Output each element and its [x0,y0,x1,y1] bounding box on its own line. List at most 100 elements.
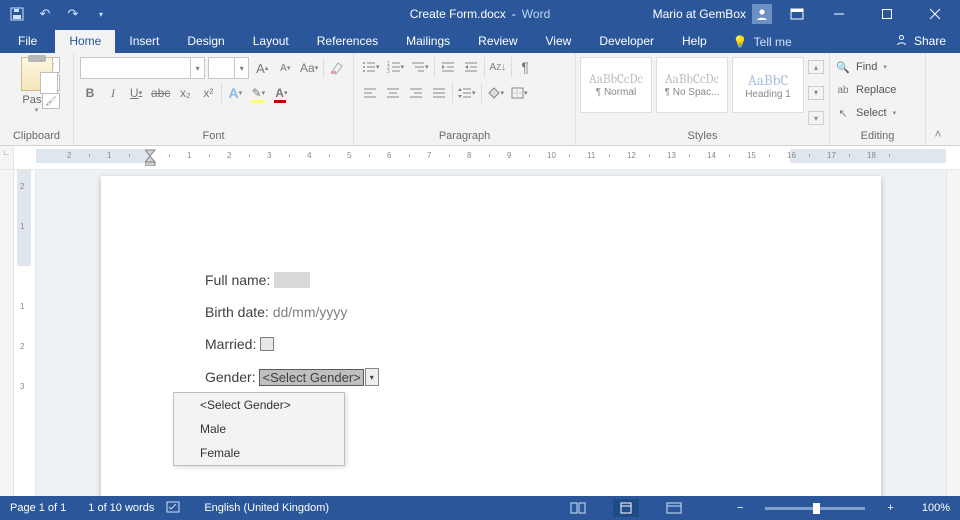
tab-home[interactable]: Home [55,30,115,53]
replace-button[interactable]: abReplace [836,80,923,100]
close-button[interactable] [912,0,958,28]
chevron-down-icon: ▾ [234,58,248,78]
horizontal-ruler[interactable]: 21123456789101112131415161718 [36,146,946,169]
document-name: Create Form.docx [410,7,506,21]
label-gender: Gender: [205,369,256,385]
justify-button[interactable] [429,83,449,103]
gender-dropdown-button[interactable]: ▾ [365,368,379,386]
show-hide-button[interactable]: ¶ [515,57,535,77]
replace-icon: ab [836,83,850,97]
maximize-button[interactable] [864,0,910,28]
tab-insert[interactable]: Insert [115,30,173,53]
style-normal[interactable]: AaBbCcDc¶ Normal [580,57,652,113]
gender-dropdown-menu: <Select Gender> Male Female [173,392,345,466]
ribbon-display-options-icon[interactable] [780,0,814,28]
zoom-in-button[interactable]: + [887,502,893,514]
birthdate-control[interactable]: dd/mm/yyyy [273,304,348,320]
label-birthdate: Birth date: [205,304,269,320]
shrink-font-button[interactable]: A▾ [275,58,295,78]
tab-design[interactable]: Design [173,30,238,53]
gender-option-female[interactable]: Female [174,441,344,465]
group-label-font: Font [74,128,353,145]
zoom-level[interactable]: 100% [922,502,950,514]
proofing-icon[interactable] [166,500,182,517]
grow-font-button[interactable]: A▴ [252,58,272,78]
word-count[interactable]: 1 of 10 words [88,502,154,514]
read-mode-icon[interactable] [565,499,591,517]
app-name: Word [522,7,550,21]
chevron-down-icon: ▾ [190,58,204,78]
web-layout-icon[interactable] [661,499,687,517]
highlight-button[interactable]: ✎▾ [248,83,268,103]
select-button[interactable]: ↖Select▾ [836,103,923,123]
strikethrough-button[interactable]: abc [149,83,172,103]
language-indicator[interactable]: English (United Kingdom) [204,502,329,514]
tab-help[interactable]: Help [668,30,721,53]
user-name: Mario at GemBox [653,7,746,21]
svg-text:3: 3 [387,69,390,73]
align-left-button[interactable] [360,83,380,103]
font-name-combo[interactable]: ▾ [80,57,205,79]
underline-button[interactable]: U▾ [126,83,146,103]
zoom-slider[interactable] [765,507,865,510]
tell-me-button[interactable]: 💡 Tell me [721,35,804,53]
clear-formatting-icon[interactable] [327,58,347,78]
line-spacing-button[interactable]: ▾ [456,83,478,103]
text-effects-button[interactable]: A▾ [225,83,245,103]
bold-button[interactable]: B [80,83,100,103]
zoom-out-button[interactable]: − [737,502,743,514]
page[interactable]: Full name: Birth date: dd/mm/yyyy Marrie… [101,176,881,496]
ribbon: ✂ ⧉ 🖌 Paste ▾ Clipboard ▾ ▾ A▴ A▾ Aa▾ [0,53,960,146]
borders-button[interactable]: ▾ [509,83,530,103]
increase-indent-button[interactable] [461,57,481,77]
font-color-button[interactable]: A▾ [271,83,291,103]
gender-option-male[interactable]: Male [174,417,344,441]
page-indicator[interactable]: Page 1 of 1 [10,502,66,514]
superscript-button[interactable]: x² [198,83,218,103]
share-button[interactable]: Share [881,33,960,53]
cursor-icon: ↖ [836,106,850,120]
lightbulb-icon: 💡 [733,35,748,49]
tab-selector[interactable]: ∟ [0,146,14,169]
align-center-button[interactable] [383,83,403,103]
qat-customize-icon[interactable]: ▾ [88,2,114,26]
decrease-indent-button[interactable] [438,57,458,77]
account-button[interactable]: Mario at GemBox [653,4,778,24]
save-icon[interactable] [4,2,30,26]
redo-icon[interactable]: ↷ [60,2,86,26]
sort-button[interactable]: AZ↓ [488,57,509,77]
subscript-button[interactable]: x₂ [175,83,195,103]
tab-view[interactable]: View [532,30,586,53]
tab-layout[interactable]: Layout [239,30,303,53]
find-button[interactable]: 🔍Find▾ [836,57,923,77]
styles-gallery-scroll[interactable]: ▴▾▾ [808,57,824,128]
tab-review[interactable]: Review [464,30,531,53]
multilevel-list-button[interactable]: ▾ [409,57,431,77]
gender-option-placeholder[interactable]: <Select Gender> [174,393,344,417]
print-layout-icon[interactable] [613,499,639,517]
document-area: 21123 Full name: Birth date: dd/mm/yyyy … [0,170,960,496]
change-case-button[interactable]: Aa▾ [298,58,320,78]
married-checkbox[interactable] [260,337,274,351]
tab-developer[interactable]: Developer [585,30,668,53]
style-no-spacing[interactable]: AaBbCcDc¶ No Spac... [656,57,728,113]
collapse-ribbon-icon[interactable]: ˄ [926,53,950,145]
shading-button[interactable]: ▾ [485,83,507,103]
label-fullname: Full name: [205,272,270,288]
align-right-button[interactable] [406,83,426,103]
undo-icon[interactable]: ↶ [32,2,58,26]
gender-dropdown[interactable]: <Select Gender> [259,369,363,386]
vertical-ruler[interactable]: 21123 [14,170,36,496]
tab-mailings[interactable]: Mailings [392,30,464,53]
tab-file[interactable]: File [0,30,55,53]
italic-button[interactable]: I [103,83,123,103]
fullname-placeholder[interactable] [274,272,310,288]
numbering-button[interactable]: 123▾ [385,57,407,77]
format-painter-icon[interactable]: 🖌 [42,93,60,109]
style-heading-1[interactable]: AaBbCHeading 1 [732,57,804,113]
font-size-combo[interactable]: ▾ [208,57,249,79]
minimize-button[interactable] [816,0,862,28]
tab-references[interactable]: References [303,30,392,53]
vertical-scrollbar[interactable] [946,170,960,496]
bullets-button[interactable]: ▾ [360,57,382,77]
